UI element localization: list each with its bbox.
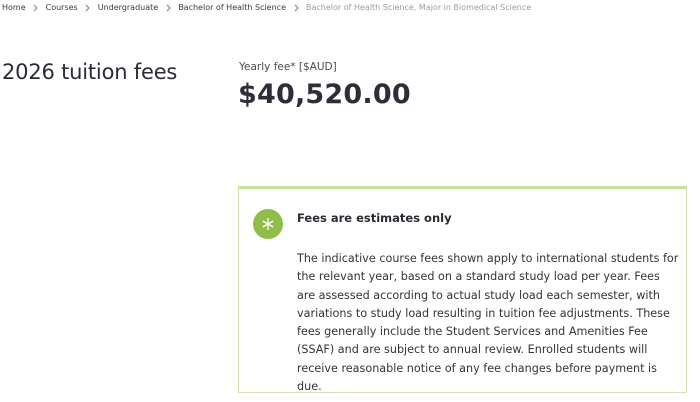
- chevron-right-icon: [158, 3, 178, 12]
- breadcrumb-current-page: Bachelor of Health Science, Major in Bio…: [306, 3, 532, 12]
- breadcrumb-health-science-link[interactable]: Bachelor of Health Science: [178, 3, 286, 12]
- breadcrumb-courses-link[interactable]: Courses: [46, 3, 78, 12]
- breadcrumb-undergraduate-link[interactable]: Undergraduate: [98, 3, 158, 12]
- asterisk-icon: [253, 209, 283, 239]
- chevron-right-icon: [26, 3, 46, 12]
- yearly-fee-amount: $40,520.00: [238, 79, 411, 110]
- breadcrumb: Home Courses Undergraduate Bachelor of H…: [2, 3, 531, 12]
- fees-estimate-notice: Fees are estimates only The indicative c…: [238, 186, 687, 393]
- page: Home Courses Undergraduate Bachelor of H…: [0, 0, 700, 402]
- notice-title: Fees are estimates only: [297, 211, 452, 225]
- chevron-right-icon: [286, 3, 306, 12]
- notice-body: The indicative course fees shown apply t…: [297, 252, 679, 394]
- breadcrumb-home-link[interactable]: Home: [2, 3, 26, 12]
- chevron-right-icon: [78, 3, 98, 12]
- tuition-fees-heading: 2026 tuition fees: [2, 60, 178, 84]
- yearly-fee-label: Yearly fee* [$AUD]: [239, 61, 337, 73]
